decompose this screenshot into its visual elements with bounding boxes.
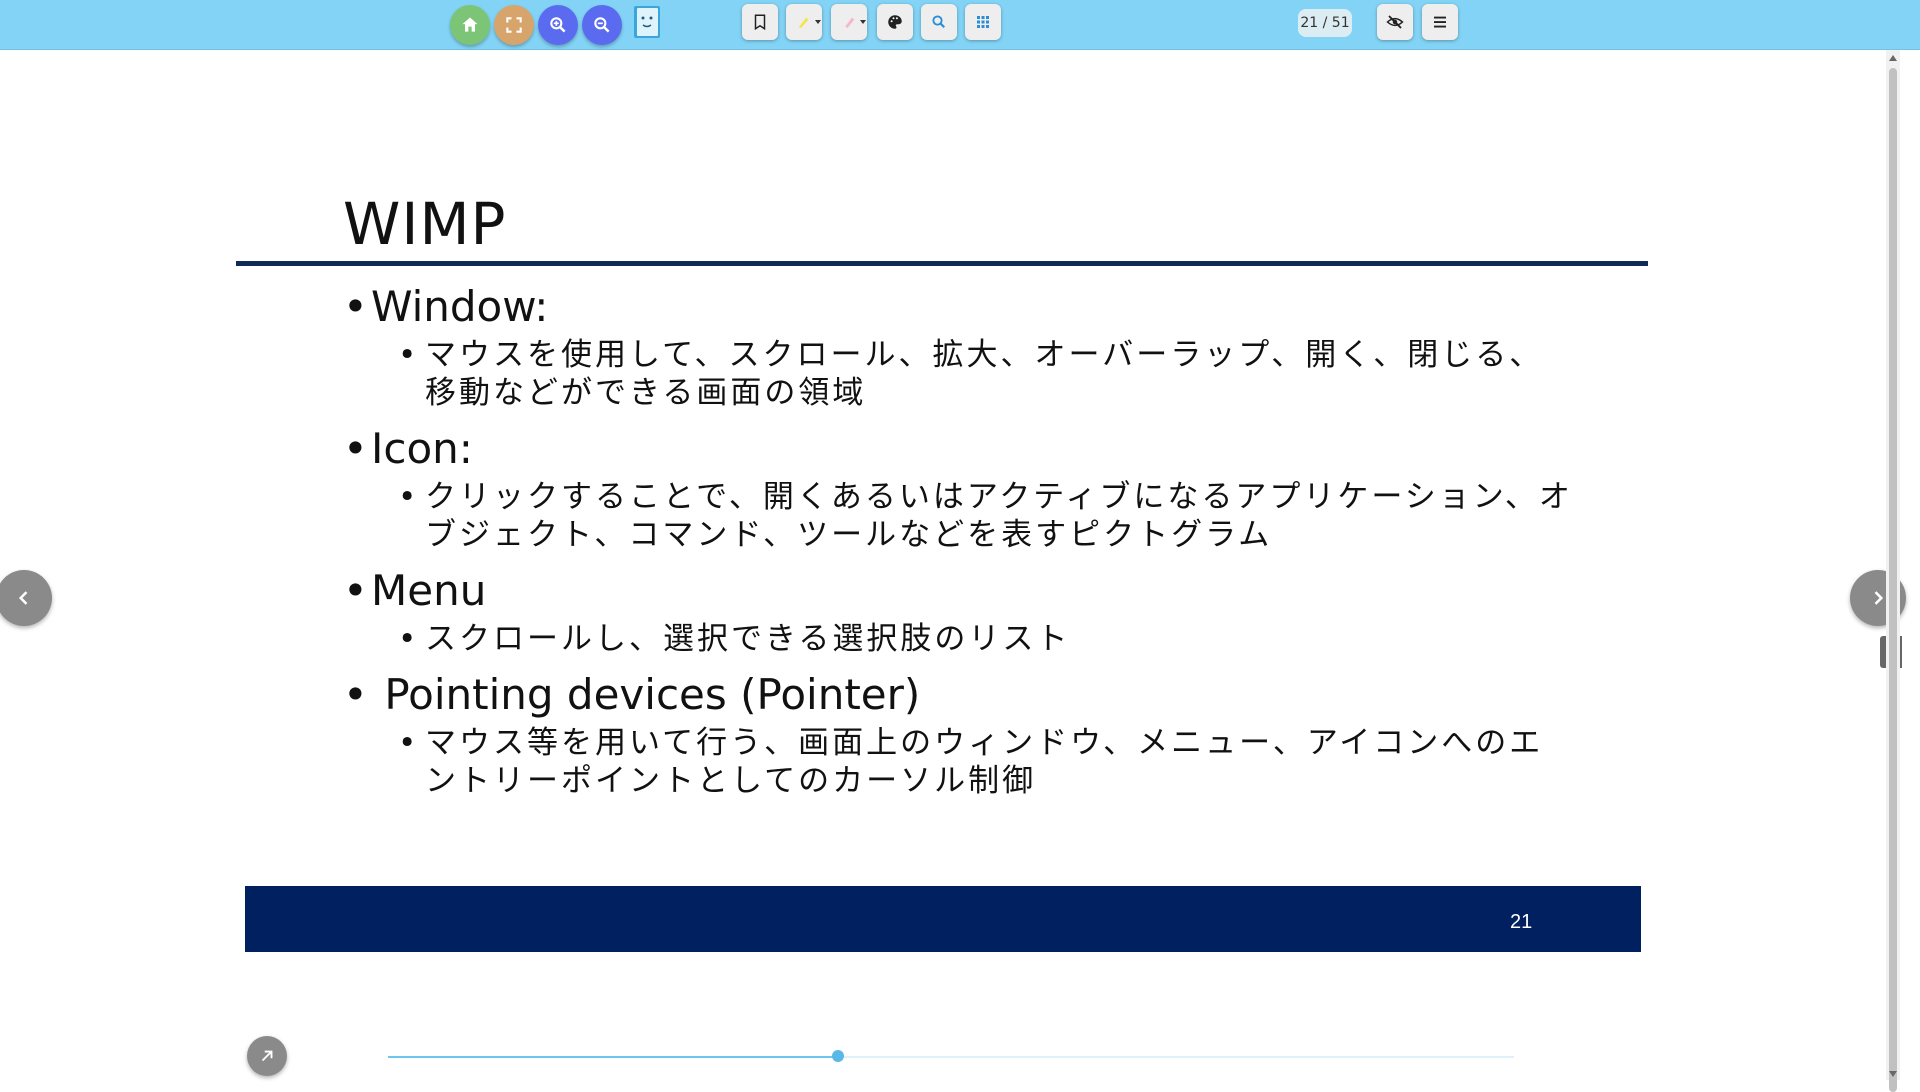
slide-number: 21: [1510, 911, 1533, 933]
vertical-scrollbar[interactable]: [1886, 50, 1900, 1092]
bullet-list: Window: マウスを使用して、スクロール、拡大、オーバーラップ、開く、閉じる…: [343, 282, 1573, 812]
palette-icon: [888, 15, 902, 29]
expand-button[interactable]: [247, 1036, 287, 1076]
chevron-down-icon: [860, 20, 866, 24]
fullscreen-button[interactable]: [494, 5, 534, 45]
zoom-in-button[interactable]: [538, 5, 578, 45]
menu-button[interactable]: [1422, 4, 1458, 40]
grid-icon: [977, 16, 989, 28]
bookmark-icon: [754, 14, 766, 31]
search-icon: [932, 15, 946, 29]
zoom-out-icon: [594, 17, 610, 33]
search-button[interactable]: [921, 4, 957, 40]
slide-footer-bar: [245, 886, 1641, 952]
scroll-up-icon[interactable]: [1889, 55, 1897, 61]
chevron-right-icon: [1874, 591, 1884, 605]
grid-button[interactable]: [965, 4, 1001, 40]
menu-icon: [1434, 16, 1446, 28]
bullet-text-icon: クリックすることで、開くあるいはアクティブになるアプリケーション、オブジェクト、…: [343, 478, 1573, 554]
bullet-heading-menu: Menu: [343, 566, 1573, 616]
bullet-text-pointer: マウス等を用いて行う、画面上のウィンドウ、メニュー、アイコンへのエントリーポイン…: [343, 724, 1573, 800]
home-button[interactable]: [450, 5, 490, 45]
zoom-out-button[interactable]: [582, 5, 622, 45]
previous-page-button[interactable]: [0, 570, 52, 626]
highlighter-icon: [798, 17, 809, 28]
bullet-text-window: マウスを使用して、スクロール、拡大、オーバーラップ、開く、閉じる、移動などができ…: [343, 336, 1573, 412]
page-progress-slider[interactable]: [388, 1050, 1514, 1062]
bullet-text-menu: スクロールし、選択できる選択肢のリスト: [343, 620, 1573, 658]
pen-button[interactable]: [831, 4, 867, 40]
top-toolbar: 21 / 51: [0, 0, 1920, 50]
progress-knob[interactable]: [832, 1050, 845, 1062]
bullet-heading-icon: Icon:: [343, 424, 1573, 474]
scroll-thumb[interactable]: [1889, 68, 1897, 1092]
pen-icon: [845, 17, 855, 28]
progress-fill: [388, 1056, 839, 1058]
title-divider: [236, 261, 1648, 266]
palette-button[interactable]: [877, 4, 913, 40]
fullscreen-icon: [506, 17, 522, 33]
app-logo: [630, 4, 664, 46]
book-logo-icon: [634, 6, 660, 38]
bullet-heading-pointer: Pointing devices (Pointer): [343, 670, 1573, 720]
chevron-down-icon: [815, 20, 821, 24]
bookmark-button[interactable]: [742, 4, 778, 40]
chevron-left-icon: [18, 591, 28, 605]
highlighter-button[interactable]: [786, 4, 822, 40]
hide-toggle-button[interactable]: [1377, 4, 1413, 40]
home-icon: [462, 17, 478, 32]
bullet-heading-window: Window:: [343, 282, 1573, 332]
arrow-up-right-icon: [261, 1050, 273, 1062]
scroll-down-icon[interactable]: [1889, 1071, 1897, 1077]
hide-icon: [1386, 15, 1404, 29]
page-counter: 21 / 51: [1298, 9, 1352, 37]
zoom-in-icon: [550, 17, 566, 33]
slide-title: WIMP: [343, 190, 507, 258]
